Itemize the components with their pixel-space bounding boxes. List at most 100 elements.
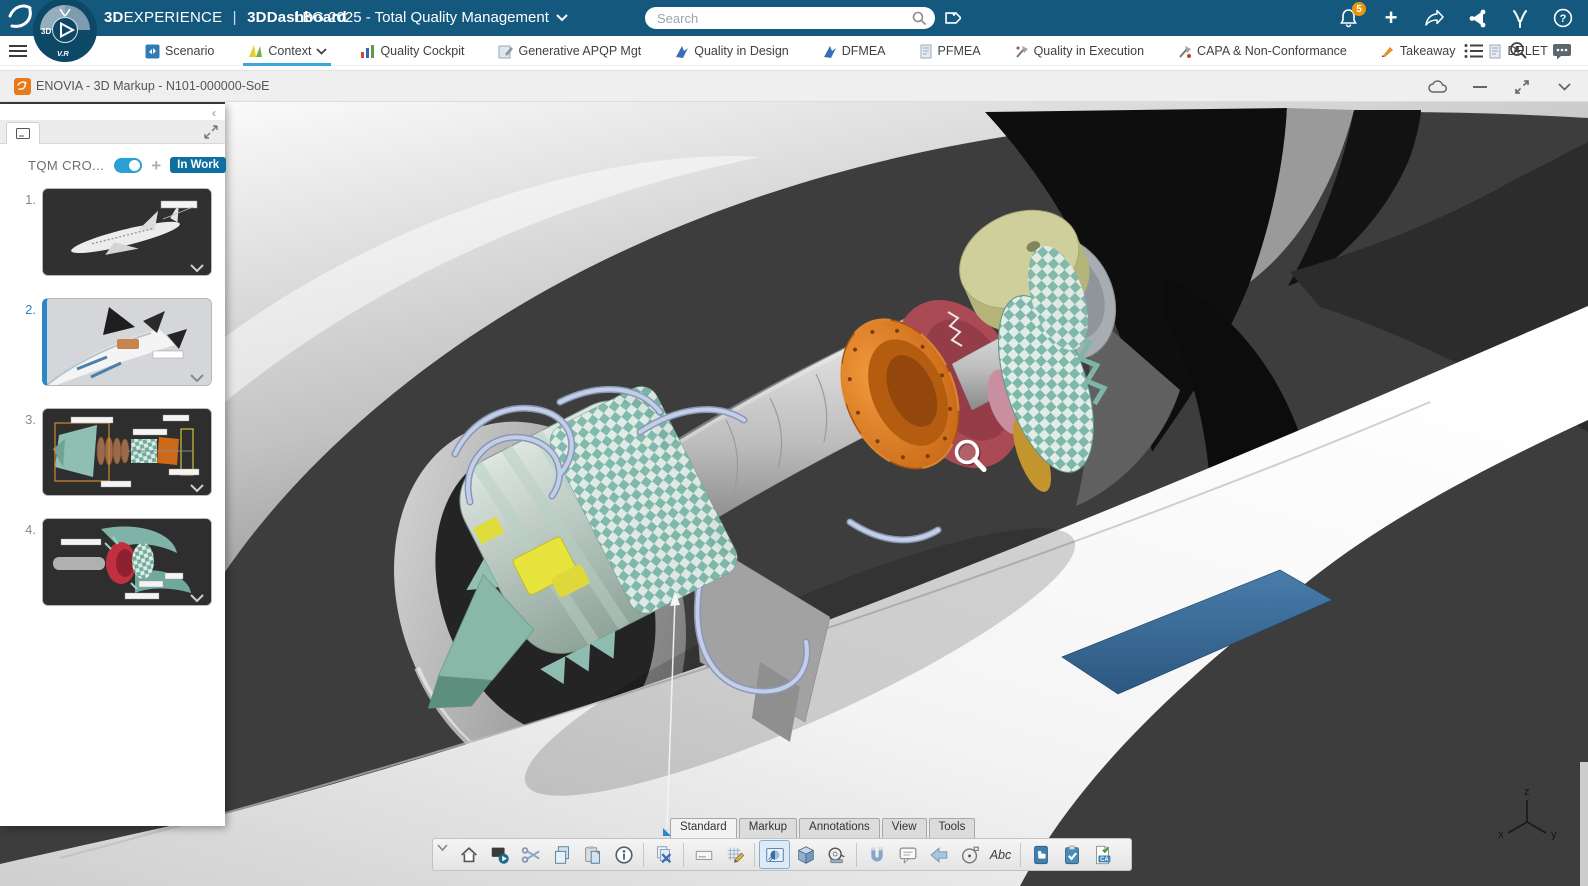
panel-header: TQM CRO... + In Work — [0, 150, 227, 180]
panel-collapse-button[interactable]: ‹ — [207, 106, 221, 120]
search-input[interactable] — [657, 10, 912, 26]
tab-quality-cockpit[interactable]: Quality Cockpit — [360, 36, 465, 66]
tag-icon[interactable] — [941, 8, 961, 28]
tab-quality-in-execution[interactable]: Quality in Execution — [1014, 36, 1144, 66]
minimize-button[interactable] — [1470, 77, 1490, 97]
presentation-play-button[interactable] — [484, 840, 515, 869]
tab-pfmea[interactable]: PFMEA — [919, 36, 981, 66]
panel-tab-board[interactable] — [6, 122, 40, 144]
abc-label: Abc — [989, 847, 1012, 862]
slide-options-chevron[interactable] — [189, 373, 205, 383]
slide-thumbnail-1[interactable] — [42, 188, 212, 276]
tool-tab-annotations[interactable]: Annotations — [799, 818, 880, 838]
top-bar: 3DEXPERIENCE | 3DDashboard LBG 2025 - To… — [0, 0, 1588, 36]
validate-clipboard-button[interactable] — [1056, 840, 1087, 869]
compass-icon: 3D V.R — [33, 0, 97, 62]
help-icon: ? — [1553, 8, 1573, 28]
cut-button[interactable] — [515, 840, 546, 869]
tab-takeaway[interactable]: Takeaway — [1380, 36, 1455, 66]
axis-z-label: z — [1524, 786, 1530, 798]
tool-tab-markup[interactable]: Markup — [738, 818, 798, 838]
chevron-down-icon — [316, 47, 328, 55]
label-button[interactable] — [688, 840, 719, 869]
tool-tab-tools[interactable]: Tools — [928, 818, 976, 838]
slide-item-2: 2. — [0, 298, 225, 386]
delete-view-button[interactable] — [648, 840, 679, 869]
text-tool-button[interactable]: Abc — [985, 840, 1016, 869]
plus-icon: + — [1384, 5, 1398, 30]
panel-title: TQM CRO... — [28, 157, 105, 173]
slide-thumbnail-2[interactable] — [42, 298, 212, 386]
tab-generative-apqp[interactable]: Generative APQP Mgt — [498, 36, 641, 66]
tab-scenario[interactable]: Scenario — [145, 36, 214, 66]
tool-tab-view[interactable]: View — [881, 818, 927, 838]
info-button[interactable] — [608, 840, 639, 869]
axis-y-label: y — [1551, 829, 1557, 841]
action-toolbar: Abc CA — [432, 838, 1132, 871]
corrective-action-doc-button[interactable]: CA — [1087, 840, 1118, 869]
markup-slides-panel: ‹ TQM CRO... + In Work 1. 2. 3. 4. — [0, 104, 227, 826]
status-badge[interactable]: In Work — [170, 157, 227, 173]
exploded-view-button[interactable] — [790, 840, 821, 869]
help-button[interactable]: ? — [1552, 7, 1574, 29]
tab-context[interactable]: Context — [243, 36, 332, 66]
slide-item-1: 1. — [0, 188, 225, 276]
app-tab-bar: Scenario Context Quality Cockpit Generat… — [0, 36, 1588, 66]
section-view-button[interactable] — [759, 840, 790, 869]
tab-dfmea[interactable]: DFMEA — [822, 36, 886, 66]
slide-options-chevron[interactable] — [189, 593, 205, 603]
advanced-search-icon[interactable] — [1508, 41, 1528, 61]
center-point-button[interactable] — [954, 840, 985, 869]
toolbar-collapse-icon[interactable] — [435, 841, 450, 854]
cloud-button[interactable] — [1428, 77, 1448, 97]
slide-thumbnail-4[interactable] — [42, 518, 212, 606]
notifications-button[interactable]: 5 — [1337, 2, 1366, 29]
slide-options-chevron[interactable] — [189, 263, 205, 273]
tool-tab-standard[interactable]: Standard — [670, 818, 737, 838]
tab-capa-non-conformance[interactable]: CAPA & Non-Conformance — [1177, 36, 1347, 66]
list-view-icon[interactable] — [1464, 43, 1484, 59]
enovia-app-icon — [14, 78, 31, 95]
widget-title: ENOVIA - 3D Markup - N101-000000-SoE — [36, 79, 270, 93]
measure-button[interactable] — [821, 840, 852, 869]
tab-quality-in-design[interactable]: Quality in Design — [674, 36, 789, 66]
add-content-button[interactable]: + — [1380, 5, 1402, 30]
home-button[interactable] — [453, 840, 484, 869]
takeaway-icon — [1381, 46, 1393, 57]
collaborate-button[interactable] — [1466, 7, 1488, 29]
widget-title-bar: ENOVIA - 3D Markup - N101-000000-SoE — [0, 70, 1588, 102]
chat-icon[interactable] — [1552, 43, 1572, 60]
compass-y-icon — [1513, 9, 1527, 28]
search-icon[interactable] — [912, 11, 927, 26]
grid-edit-button[interactable] — [719, 840, 750, 869]
magnet-snap-button[interactable] — [861, 840, 892, 869]
generative-apqp-icon — [498, 45, 513, 58]
copy-button[interactable] — [546, 840, 577, 869]
compass-apps-button[interactable] — [1509, 7, 1531, 29]
share-button[interactable] — [1423, 7, 1445, 29]
quality-cockpit-icon — [361, 44, 375, 58]
panel-expand-icon[interactable] — [203, 124, 219, 140]
slide-thumbnail-3[interactable] — [42, 408, 212, 496]
scenario-icon — [145, 44, 160, 58]
axis-x-label: x — [1498, 829, 1504, 841]
slide-options-chevron[interactable] — [189, 483, 205, 493]
paste-button[interactable] — [577, 840, 608, 869]
toolbar-separator — [1020, 842, 1021, 867]
main-menu-icon[interactable] — [8, 44, 28, 58]
toolbar-separator — [683, 842, 684, 867]
dashboard-title[interactable]: LBG 2025 - Total Quality Management — [294, 9, 568, 26]
add-slide-button[interactable]: + — [151, 157, 161, 174]
comment-button[interactable] — [892, 840, 923, 869]
maximize-button[interactable] — [1512, 77, 1532, 97]
visibility-toggle[interactable] — [114, 157, 143, 173]
quality-in-design-icon — [676, 45, 689, 58]
3d-viewport[interactable]: z x y — [0, 102, 1588, 886]
pfmea-icon — [920, 44, 931, 58]
search-bar[interactable] — [645, 7, 935, 29]
back-arrow-button[interactable] — [923, 840, 954, 869]
widget-menu-button[interactable] — [1554, 77, 1574, 97]
3d-compass[interactable]: 3D V.R — [32, 0, 98, 63]
approve-document-button[interactable] — [1025, 840, 1056, 869]
slide-item-3: 3. — [0, 408, 225, 496]
